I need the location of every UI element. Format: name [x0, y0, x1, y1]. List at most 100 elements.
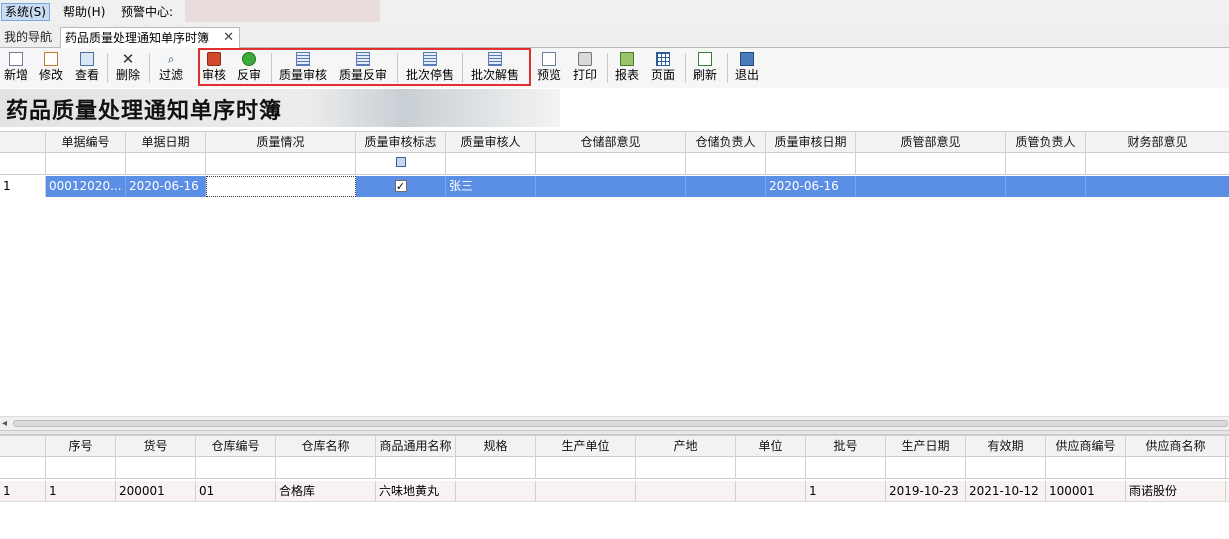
table-cell[interactable] — [456, 481, 536, 501]
refresh-button[interactable]: 刷新 — [691, 50, 719, 86]
report-button[interactable]: 报表 — [613, 50, 641, 86]
scrollbar-thumb[interactable] — [13, 420, 1228, 427]
edit-button[interactable]: 修改 — [37, 50, 65, 86]
column-header[interactable]: 生产日期 — [886, 436, 966, 456]
column-header[interactable]: 仓库编号 — [196, 436, 276, 456]
filter-cell[interactable] — [536, 153, 686, 174]
table-cell[interactable] — [1006, 176, 1086, 197]
exit-button[interactable]: 退出 — [733, 50, 761, 86]
menu-system[interactable]: 系统(S) — [1, 3, 50, 21]
filter-cell[interactable] — [126, 153, 206, 174]
table-cell[interactable]: 00012020... — [46, 176, 126, 197]
filter-cell[interactable] — [636, 457, 736, 478]
row-number[interactable]: 1 — [0, 481, 46, 501]
filter-cell[interactable] — [806, 457, 886, 478]
filter-cell[interactable] — [1006, 153, 1086, 174]
row-number[interactable]: 1 — [0, 176, 46, 197]
table-cell[interactable]: 六味地黄丸 — [376, 481, 456, 501]
column-header[interactable]: 质量审核标志 — [356, 132, 446, 152]
filter-cell[interactable] — [206, 153, 356, 174]
column-header[interactable]: 序号 — [46, 436, 116, 456]
tab-quality-notice-journal[interactable]: 药品质量处理通知单序时簿 ✕ — [60, 27, 240, 48]
view-button[interactable]: 查看 — [73, 50, 101, 86]
column-header[interactable]: 批号 — [806, 436, 886, 456]
filter-cell[interactable] — [46, 153, 126, 174]
filter-cell[interactable] — [736, 457, 806, 478]
column-header[interactable]: 仓库名称 — [276, 436, 376, 456]
column-header[interactable]: 质量审核人 — [446, 132, 536, 152]
column-header[interactable]: 单据编号 — [46, 132, 126, 152]
filter-cell[interactable] — [856, 153, 1006, 174]
filter-cell[interactable] — [686, 153, 766, 174]
filter-cell[interactable] — [276, 457, 376, 478]
page-button[interactable]: 页面 — [649, 50, 677, 86]
new-button[interactable]: 新增 — [2, 50, 30, 86]
column-header[interactable]: 质管部意见 — [856, 132, 1006, 152]
filter-cell[interactable] — [886, 457, 966, 478]
table-cell[interactable] — [736, 481, 806, 501]
column-header[interactable]: 货号 — [116, 436, 196, 456]
table-cell[interactable]: 2020-06-16 — [766, 176, 856, 197]
filter-cell[interactable] — [1126, 457, 1226, 478]
table-cell[interactable] — [536, 176, 686, 197]
table-row[interactable]: 1 1 200001 01 合格库 六味地黄丸 1 2019-10-23 202… — [0, 481, 1229, 502]
column-header[interactable]: 质量情况 — [206, 132, 356, 152]
table-cell[interactable]: 2019-10-23 — [886, 481, 966, 501]
filter-checkbox[interactable] — [395, 157, 406, 167]
column-header[interactable]: 供应商名称 — [1126, 436, 1226, 456]
column-header[interactable]: 仓储负责人 — [686, 132, 766, 152]
scroll-left-icon[interactable]: ◂ — [2, 417, 7, 430]
column-header[interactable]: 商品通用名称 — [376, 436, 456, 456]
tab-my-navigation[interactable]: 我的导航 — [0, 27, 58, 48]
filter-cell[interactable] — [536, 457, 636, 478]
filter-cell[interactable] — [456, 457, 536, 478]
table-cell[interactable] — [536, 481, 636, 501]
filter-cell[interactable] — [116, 457, 196, 478]
filter-cell[interactable] — [376, 457, 456, 478]
column-header[interactable]: 质量审核日期 — [766, 132, 856, 152]
column-header[interactable]: 产地 — [636, 436, 736, 456]
filter-cell[interactable] — [46, 457, 116, 478]
filter-cell[interactable] — [766, 153, 856, 174]
column-header[interactable]: 有效期 — [966, 436, 1046, 456]
filter-cell[interactable] — [356, 153, 446, 174]
filter-cell[interactable] — [1086, 153, 1229, 174]
column-header[interactable]: 规格 — [456, 436, 536, 456]
close-icon[interactable]: ✕ — [223, 28, 234, 48]
preview-button[interactable]: 预览 — [535, 50, 563, 86]
column-header[interactable]: 财务部意见 — [1086, 132, 1229, 152]
table-cell[interactable]: 雨诺股份 — [1126, 481, 1226, 501]
column-header[interactable]: 生产单位 — [536, 436, 636, 456]
table-cell[interactable] — [856, 176, 1006, 197]
table-row[interactable]: 1 00012020... 2020-06-16 ✓ 张三 2020-06-16 — [0, 176, 1229, 197]
table-cell[interactable]: 2020-06-16 — [126, 176, 206, 197]
column-header[interactable]: 仓储部意见 — [536, 132, 686, 152]
table-cell[interactable]: 张三 — [446, 176, 536, 197]
checkbox-checked[interactable]: ✓ — [394, 180, 407, 192]
filter-cell[interactable] — [1046, 457, 1126, 478]
column-header[interactable]: 供应商编号 — [1046, 436, 1126, 456]
table-cell[interactable]: 2021-10-12 — [966, 481, 1046, 501]
table-cell[interactable]: 1 — [806, 481, 886, 501]
column-header[interactable]: 质管负责人 — [1006, 132, 1086, 152]
table-cell[interactable]: 1 — [46, 481, 116, 501]
delete-button[interactable]: ✕ 删除 — [114, 50, 142, 86]
table-cell[interactable]: 合格库 — [276, 481, 376, 501]
table-cell-editing[interactable] — [206, 176, 356, 197]
table-cell[interactable]: ✓ — [356, 176, 446, 197]
table-cell[interactable] — [1086, 176, 1229, 197]
menu-warning-center[interactable]: 预警中心: — [118, 3, 176, 21]
filter-cell[interactable] — [196, 457, 276, 478]
table-cell[interactable] — [686, 176, 766, 197]
table-cell[interactable]: 01 — [196, 481, 276, 501]
horizontal-scrollbar[interactable]: ◂ — [0, 416, 1229, 430]
table-cell[interactable]: 200001 — [116, 481, 196, 501]
filter-button[interactable]: ⌕ 过滤 — [156, 50, 186, 86]
menu-help[interactable]: 帮助(H) — [60, 3, 108, 21]
print-button[interactable]: 打印 — [571, 50, 599, 86]
filter-cell[interactable] — [446, 153, 536, 174]
filter-cell[interactable] — [966, 457, 1046, 478]
table-cell[interactable] — [636, 481, 736, 501]
column-header[interactable]: 单据日期 — [126, 132, 206, 152]
column-header[interactable]: 单位 — [736, 436, 806, 456]
